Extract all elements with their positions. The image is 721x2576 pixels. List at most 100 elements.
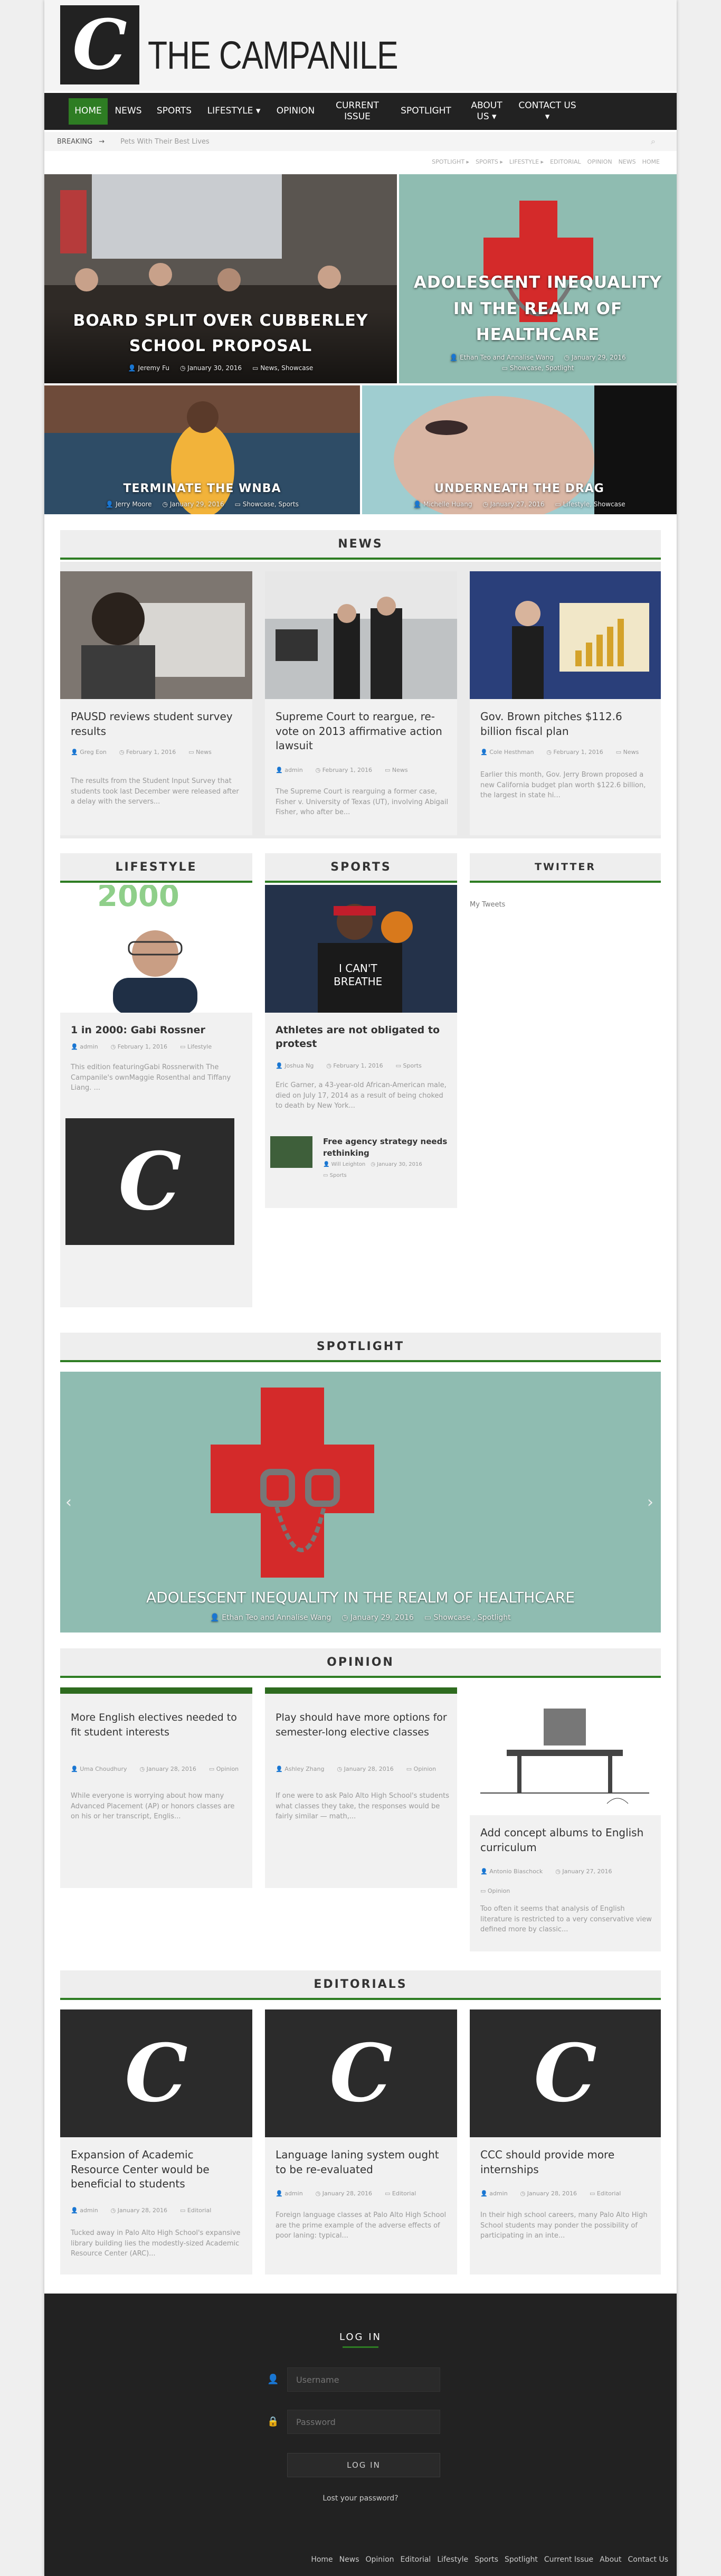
spotlight-overlay: ADOLESCENT INEQUALITY IN THE REALM OF HE… [60,1589,661,1633]
news-card[interactable]: PAUSD reviews student survey results 👤 G… [60,571,252,835]
nav-sports[interactable]: SPORTS [149,98,200,125]
crumb-link[interactable]: OPINION [587,158,612,165]
lost-password-link[interactable]: Lost your password? [44,2494,677,2503]
crumb-link[interactable]: LIFESTYLE ▸ [509,158,544,165]
hero-tile-main[interactable]: BOARD SPLIT OVER CUBBERLEY SCHOOL PROPOS… [44,174,397,383]
crumb-link[interactable]: SPOTLIGHT ▸ [432,158,469,165]
sports-header[interactable]: SPORTS [265,853,457,883]
opinion-title[interactable]: Add concept albums to English curriculum [480,1826,653,1855]
main-nav: HOME NEWS SPORTS LIFESTYLE ▾ OPINION CUR… [44,93,677,130]
editorial-card[interactable]: C CCC should provide more internships 👤 … [470,2009,661,2275]
slider-prev-arrow[interactable]: ‹ [65,1493,72,1512]
nav-home[interactable]: HOME [69,98,108,125]
date-meta: ◷ February 1, 2016 [315,767,373,773]
site-title[interactable]: THE CAMPANILE [148,33,399,78]
category-links: SPOTLIGHT ▸ SPORTS ▸ LIFESTYLE ▸ EDITORI… [432,158,660,165]
date-meta: ◷ January 27, 2016 [482,501,545,508]
category-meta: ▭ Showcase, Spotlight [501,364,574,372]
opinion-card[interactable]: More English electives needed to fit stu… [60,1687,252,1888]
my-tweets-link[interactable]: My Tweets [470,901,505,909]
crumb-link[interactable]: EDITORIAL [550,158,581,165]
footer-link[interactable]: About [600,2555,621,2564]
hero-tile-drag[interactable]: UNDERNEATH THE DRAG 👤 Michelle Huang ◷ J… [362,385,677,514]
crumb-link[interactable]: HOME [642,158,660,165]
author-meta: 👤 admin [71,2207,98,2214]
opinion-header[interactable]: OPINION [60,1648,661,1678]
editorial-card[interactable]: C Expansion of Academic Resource Center … [60,2009,252,2275]
nav-lifestyle[interactable]: LIFESTYLE ▾ [200,98,268,125]
nav-contact[interactable]: CONTACT US ▾ [513,98,582,125]
lifestyle-card[interactable]: 2000 1 in 2000: Gabi Rossner 👤 admin ◷ Fe… [60,885,252,1307]
hero-title[interactable]: ADOLESCENT INEQUALITY IN THE REALM OF HE… [410,270,666,348]
date-meta: ◷ January 27, 2016 [555,1868,612,1875]
category-meta: ▭ Editorial [179,2207,212,2214]
laptop-photo [60,571,252,699]
logo-glyph: C [72,4,127,85]
breaking-ticker[interactable]: Pets With Their Best Lives [120,138,210,146]
site-logo[interactable]: C [60,5,139,84]
editorial-title[interactable]: Expansion of Academic Resource Center wo… [71,2148,245,2192]
hero-title[interactable]: TERMINATE THE WNBA [55,482,349,495]
nav-spotlight[interactable]: SPOTLIGHT [392,98,460,125]
spotlight-headline[interactable]: ADOLESCENT INEQUALITY IN THE REALM OF HE… [71,1589,650,1606]
footer-link[interactable]: Contact Us [628,2555,668,2564]
news-card[interactable]: Supreme Court to reargue, re-vote on 201… [265,571,457,835]
opinion-title[interactable]: Play should have more options for semest… [276,1711,450,1740]
sports-title[interactable]: Athletes are not obligated to protest [276,1023,450,1051]
footer-link[interactable]: Home [311,2555,333,2564]
footer-link[interactable]: Lifestyle [437,2555,468,2564]
lifestyle-header[interactable]: LIFESTYLE [60,853,252,883]
nav-news[interactable]: NEWS [108,98,149,125]
password-input[interactable] [287,2410,440,2434]
news-title[interactable]: Supreme Court to reargue, re-vote on 201… [276,710,450,753]
campanile-logo-image: C [470,2009,661,2137]
nav-about[interactable]: ABOUT US ▾ [460,98,513,125]
crumb-link[interactable]: NEWS [619,158,636,165]
footer-link[interactable]: Spotlight [505,2555,538,2564]
folder-icon: ▭ [252,364,259,372]
slider-next-arrow[interactable]: › [647,1493,653,1512]
athlete-photo: I CAN'T BREATHE [265,885,457,1013]
footer-link[interactable]: Opinion [366,2555,394,2564]
opinion-title[interactable]: More English electives needed to fit stu… [71,1711,245,1740]
news-title[interactable]: PAUSD reviews student survey results [71,710,245,739]
small-thumbnail[interactable] [270,1136,312,1168]
nav-opinion[interactable]: OPINION [268,98,323,125]
crumb-link[interactable]: SPORTS ▸ [476,158,503,165]
opinion-card[interactable]: Add concept albums to English curriculum… [470,1687,661,1951]
hero-tile-wnba[interactable]: TERMINATE THE WNBA 👤 Jerry Moore ◷ Janua… [44,385,360,514]
date-meta: ◷ January 29, 2016 [341,1613,414,1622]
editorial-title[interactable]: CCC should provide more internships [480,2148,653,2177]
hero-title[interactable]: UNDERNEATH THE DRAG [373,482,666,495]
news-header[interactable]: NEWS [60,530,661,560]
editorial-title[interactable]: Language laning system ought to be re-ev… [276,2148,450,2177]
opinion-card[interactable]: Play should have more options for semest… [265,1687,457,1888]
editorial-card[interactable]: C Language laning system ought to be re-… [265,2009,457,2275]
hero-title[interactable]: BOARD SPLIT OVER CUBBERLEY SCHOOL PROPOS… [55,308,386,359]
hero-overlay: ADOLESCENT INEQUALITY IN THE REALM OF HE… [399,270,677,383]
author-meta: 👤 Ethan Teo and Annalise Wang [210,1613,331,1622]
footer-link[interactable]: Sports [475,2555,498,2564]
date-meta: ◷ January 28, 2016 [315,2190,372,2197]
sports-small-title[interactable]: Free agency strategy needs rethinking [323,1136,450,1159]
search-icon[interactable]: ⌕ [651,136,665,147]
footer-link[interactable]: News [339,2555,359,2564]
username-input[interactable] [287,2367,440,2392]
footer-link[interactable]: Current Issue [544,2555,593,2564]
spotlight-slider[interactable]: ‹ › ADOLESCENT INEQUALITY IN THE REALM O… [60,1372,661,1633]
author-meta: 👤 Greg Eon [71,749,107,756]
news-title[interactable]: Gov. Brown pitches $112.6 billion fiscal… [480,710,653,739]
sports-card[interactable]: I CAN'T BREATHE Athletes are not obligate… [265,885,457,1208]
spotlight-header[interactable]: SPOTLIGHT [60,1333,661,1362]
nav-current-issue[interactable]: CURRENT ISSUE [323,98,392,125]
footer-link[interactable]: Editorial [401,2555,431,2564]
breaking-bar: BREAKING → Pets With Their Best Lives ⌕ [44,132,677,151]
hero-tile-healthcare[interactable]: ADOLESCENT INEQUALITY IN THE REALM OF HE… [399,174,677,383]
lifestyle-title[interactable]: 1 in 2000: Gabi Rossner [71,1023,245,1037]
author-meta: 👤 Jerry Moore [106,501,152,508]
campanile-logo-image[interactable]: C [65,1118,234,1245]
news-card[interactable]: Gov. Brown pitches $112.6 billion fiscal… [470,571,661,835]
author-meta: 👤 Antonio Biaschock [480,1868,543,1875]
editorials-header[interactable]: EDITORIALS [60,1970,661,2000]
login-button[interactable]: LOG IN [287,2453,440,2477]
